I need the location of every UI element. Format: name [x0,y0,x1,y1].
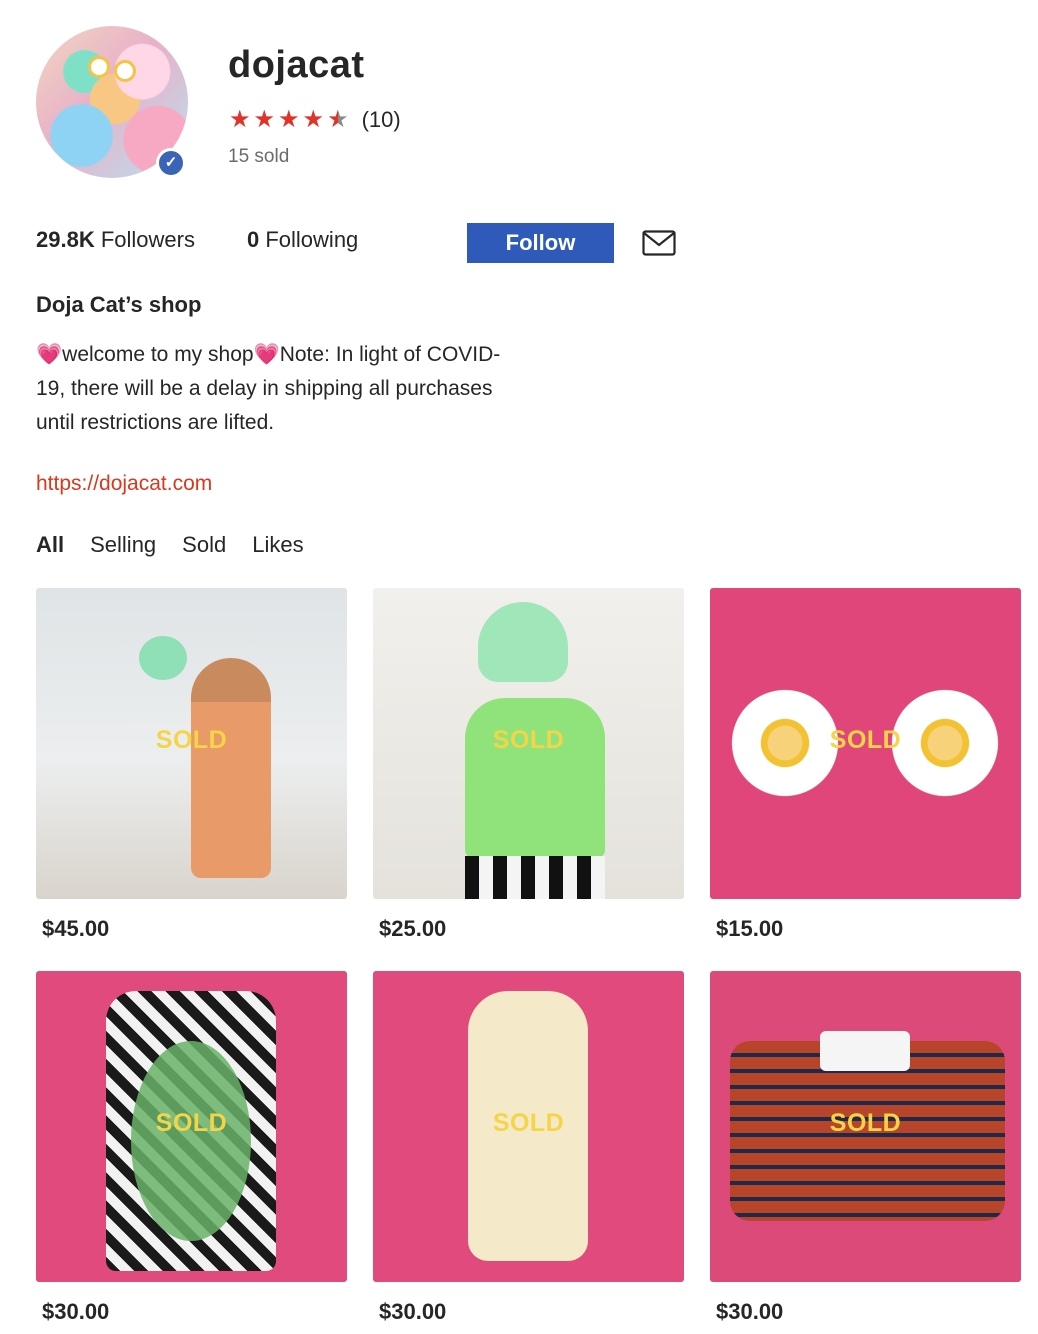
sold-label: SOLD [829,726,902,754]
followers-count: 29.8K [36,227,95,252]
image-detail [465,698,605,858]
sold-label: SOLD [155,726,228,754]
following-label: Following [265,227,359,252]
flower-sunglasses-decoration [88,56,110,78]
sold-label: SOLD [829,1109,902,1137]
sold-count: 15 sold [228,146,290,167]
image-detail [465,856,605,899]
star-icon: ★ [253,106,276,133]
flower-sunglasses-decoration [114,60,136,82]
product-card[interactable]: SOLD $30.00 [373,971,684,1324]
half-star-icon: ★ [327,106,349,133]
sold-label: SOLD [155,1109,228,1137]
product-card[interactable]: SOLD $30.00 [36,971,347,1324]
sold-label: SOLD [492,1109,565,1137]
shop-website-link[interactable]: https://dojacat.com [36,472,212,496]
product-price: $30.00 [42,1299,110,1324]
star-icon: ★ [229,106,251,133]
product-card[interactable]: SOLD $15.00 [710,588,1021,941]
followers-stat[interactable]: 29.8K Followers [36,227,195,253]
shop-bio: 💗welcome to my shop💗Note: In light of CO… [36,343,501,434]
tab-sold[interactable]: Sold [182,532,226,558]
product-image[interactable]: SOLD [36,588,347,899]
image-detail [139,636,187,680]
star-icon: ★ [302,106,325,133]
follow-stats: 29.8K Followers 0 Following [36,227,410,253]
product-price: $30.00 [716,1299,784,1324]
product-image[interactable]: SOLD [373,588,684,899]
listing-tabs: All Selling Sold Likes [36,532,330,558]
product-price: $30.00 [379,1299,447,1324]
image-detail [131,1041,251,1241]
verified-badge-icon: ✓ [156,148,186,178]
tab-selling[interactable]: Selling [90,532,156,558]
follow-button[interactable]: Follow [467,223,614,263]
shop-title: Doja Cat’s shop [36,292,202,317]
image-detail [820,1031,910,1071]
product-image[interactable]: SOLD [36,971,347,1282]
followers-label: Followers [100,227,195,252]
sold-label: SOLD [492,726,565,754]
rating[interactable]: ★ ★ ★ ★ ★ (10) [229,106,401,134]
product-card[interactable]: SOLD $45.00 [36,588,347,941]
mail-icon[interactable] [642,230,676,256]
product-image[interactable]: SOLD [710,588,1021,899]
product-image[interactable]: SOLD [373,971,684,1282]
image-detail [191,658,271,878]
tab-all[interactable]: All [36,532,64,558]
star-icon: ★ [278,106,300,133]
product-card[interactable]: SOLD $25.00 [373,588,684,941]
product-price: $25.00 [379,916,447,941]
rating-count: (10) [361,107,401,132]
image-detail [478,602,568,682]
username: dojacat [228,44,365,86]
product-price: $45.00 [42,916,110,941]
product-card[interactable]: SOLD $30.00 [710,971,1021,1324]
product-price: $15.00 [716,916,784,941]
following-stat[interactable]: 0 Following [247,227,358,253]
tab-likes[interactable]: Likes [252,532,303,558]
product-image[interactable]: SOLD [710,971,1021,1282]
following-count: 0 [246,227,260,252]
